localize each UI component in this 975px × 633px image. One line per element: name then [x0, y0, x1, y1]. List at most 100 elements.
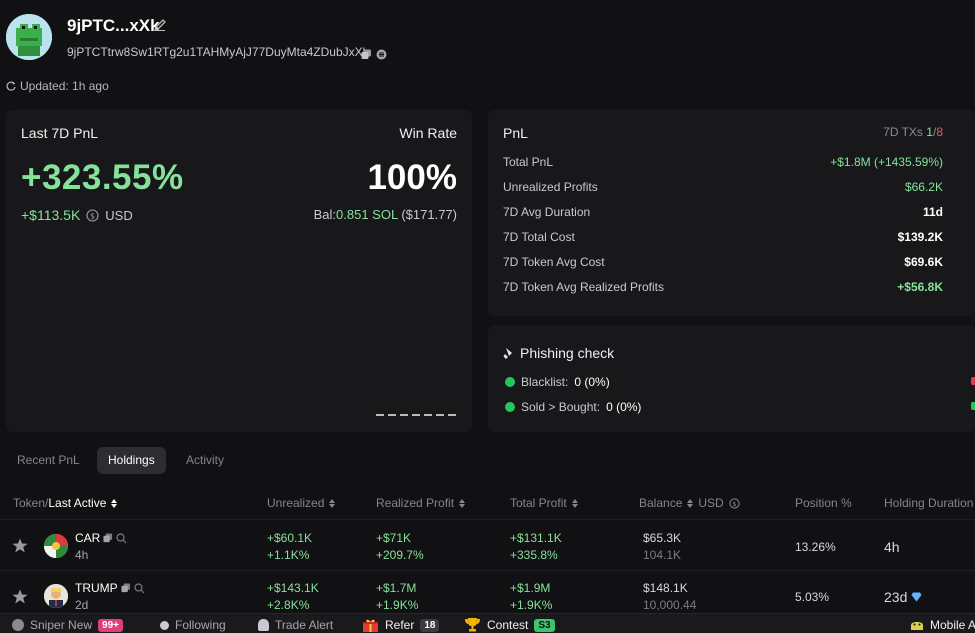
- sort-icon: [329, 498, 336, 508]
- pencil-icon[interactable]: [153, 18, 167, 32]
- following-button[interactable]: Following: [160, 618, 226, 632]
- star-icon[interactable]: [12, 589, 28, 609]
- blacklist-label: Blacklist:: [521, 375, 569, 389]
- unrealized-pct: +2.8K%: [267, 598, 310, 612]
- win-rate-value: 100%: [367, 158, 457, 197]
- search-icon[interactable]: [134, 582, 145, 594]
- star-icon[interactable]: [12, 538, 28, 558]
- search-icon[interactable]: [116, 532, 127, 544]
- col-balance-label: Balance: [639, 496, 683, 510]
- unrealized-cell: +$143.1K +2.8K%: [267, 581, 319, 612]
- row-divider: [0, 570, 975, 571]
- contest-badge: S3: [534, 618, 555, 632]
- pnl-row-value: $139.2K: [897, 230, 943, 244]
- wallet-avatar: [6, 14, 52, 60]
- pnl-row-value: $66.2K: [904, 180, 943, 194]
- sold-bought-label: Sold > Bought:: [521, 400, 601, 414]
- duration-cell: 4h: [884, 539, 900, 555]
- pnl-row-value: 11d: [922, 205, 943, 219]
- refer-badge: 18: [420, 618, 440, 632]
- phishing-title-row: Phishing check: [503, 345, 614, 361]
- balance-usd: $65.3K: [643, 531, 682, 545]
- currency-switch-icon[interactable]: $: [86, 208, 99, 222]
- token-cell[interactable]: CAR 4h: [75, 531, 127, 562]
- col-token: Token/: [13, 496, 49, 510]
- balance-sol: 0.851 SOL: [336, 207, 398, 222]
- realized-cell: +$1.7M +1.9K%: [376, 581, 418, 612]
- updated-status[interactable]: Updated: 1h ago: [6, 79, 109, 93]
- following-label: Following: [175, 618, 226, 632]
- explorer-icon[interactable]: [376, 47, 387, 60]
- sort-icon: [687, 498, 694, 508]
- col-unrealized[interactable]: Unrealized: [267, 496, 336, 510]
- sniper-new-button[interactable]: Sniper New 99+: [12, 618, 123, 632]
- balance-cell: $148.1K 10,000.44: [643, 581, 696, 612]
- token-symbol: CAR: [75, 531, 101, 545]
- pnl-row-label: 7D Token Avg Realized Profits: [503, 280, 664, 294]
- contest-label: Contest: [487, 618, 529, 632]
- total-cell: +$131.1K +335.8%: [510, 531, 562, 562]
- status-dot-red: [971, 377, 975, 385]
- token-cell[interactable]: TRUMP 2d: [75, 581, 145, 612]
- unrealized-cell: +$60.1K +1.1K%: [267, 531, 312, 562]
- trade-alert-button[interactable]: Trade Alert: [258, 618, 333, 632]
- token-logo: [44, 584, 68, 608]
- tab-recent-pnl[interactable]: Recent PnL: [6, 447, 91, 474]
- total-pct: +335.8%: [510, 548, 558, 562]
- realized-pct: +1.9K%: [376, 598, 419, 612]
- android-icon: [911, 622, 923, 630]
- total-value: +$131.1K: [510, 531, 562, 545]
- user-icon: [160, 620, 169, 630]
- realized-value: +$1.7M: [376, 581, 417, 595]
- pnl-row-value: $69.6K: [904, 255, 943, 269]
- copy-icon[interactable]: [121, 583, 131, 593]
- win-rate-label: Win Rate: [399, 125, 457, 141]
- trade-alert-label: Trade Alert: [275, 618, 334, 632]
- position-cell: 5.03%: [795, 590, 830, 604]
- token-age: 2d: [75, 598, 89, 612]
- svg-text:$: $: [90, 211, 95, 220]
- col-position: Position %: [795, 496, 852, 510]
- pnl-row-label: 7D Avg Duration: [503, 205, 591, 219]
- col-realized[interactable]: Realized Profit: [376, 496, 466, 510]
- pnl-row-total: Total PnL +$1.8M (+1435.59%): [503, 155, 943, 169]
- copy-icon[interactable]: [361, 47, 372, 59]
- col-last-active: Last Active: [48, 496, 107, 510]
- duration-value: 23d: [884, 589, 908, 605]
- gift-icon: [363, 619, 378, 632]
- tx-wins: 1: [926, 125, 933, 139]
- pnl-row-label: 7D Token Avg Cost: [503, 255, 605, 269]
- col-token-last-active[interactable]: Token/Last Active: [13, 496, 118, 510]
- col-position-label: Position %: [795, 496, 852, 510]
- bell-icon: [258, 619, 269, 631]
- hook-icon: [503, 347, 512, 359]
- row-divider: [0, 519, 975, 520]
- pnl-usd: +$113.5K: [21, 207, 81, 223]
- token-age: 4h: [75, 548, 89, 562]
- sniper-badge: 99+: [98, 618, 123, 632]
- copy-icon[interactable]: [103, 533, 113, 543]
- total-cell: +$1.9M +1.9K%: [510, 581, 552, 612]
- sniper-icon: [12, 619, 24, 631]
- contest-button[interactable]: Contest S3: [464, 618, 555, 632]
- refresh-icon: [6, 81, 16, 91]
- balance-cell: $65.3K 104.1K: [643, 531, 681, 562]
- tab-holdings[interactable]: Holdings: [97, 447, 166, 474]
- tab-activity[interactable]: Activity: [175, 447, 235, 474]
- col-balance[interactable]: Balance USD $: [639, 496, 740, 510]
- col-total[interactable]: Total Profit: [510, 496, 578, 510]
- token-logo: [44, 534, 68, 558]
- mobile-app-button[interactable]: Mobile A: [910, 618, 975, 632]
- balance-amount: 104.1K: [643, 548, 682, 562]
- realized-value: +$71K: [376, 531, 412, 545]
- unrealized-value: +$60.1K: [267, 531, 313, 545]
- refer-button[interactable]: Refer 18: [362, 618, 440, 632]
- sort-icon: [111, 498, 118, 508]
- last-7d-pnl-label: Last 7D PnL: [21, 125, 99, 141]
- pnl-row-label: Unrealized Profits: [503, 180, 598, 194]
- status-dot-green: [971, 402, 975, 410]
- mobile-label: Mobile A: [930, 618, 975, 632]
- pnl-row-unrealized: Unrealized Profits $66.2K: [503, 180, 943, 194]
- currency-switch-icon[interactable]: $: [729, 497, 740, 509]
- wallet-name: 9jPTC...xXk: [67, 16, 160, 35]
